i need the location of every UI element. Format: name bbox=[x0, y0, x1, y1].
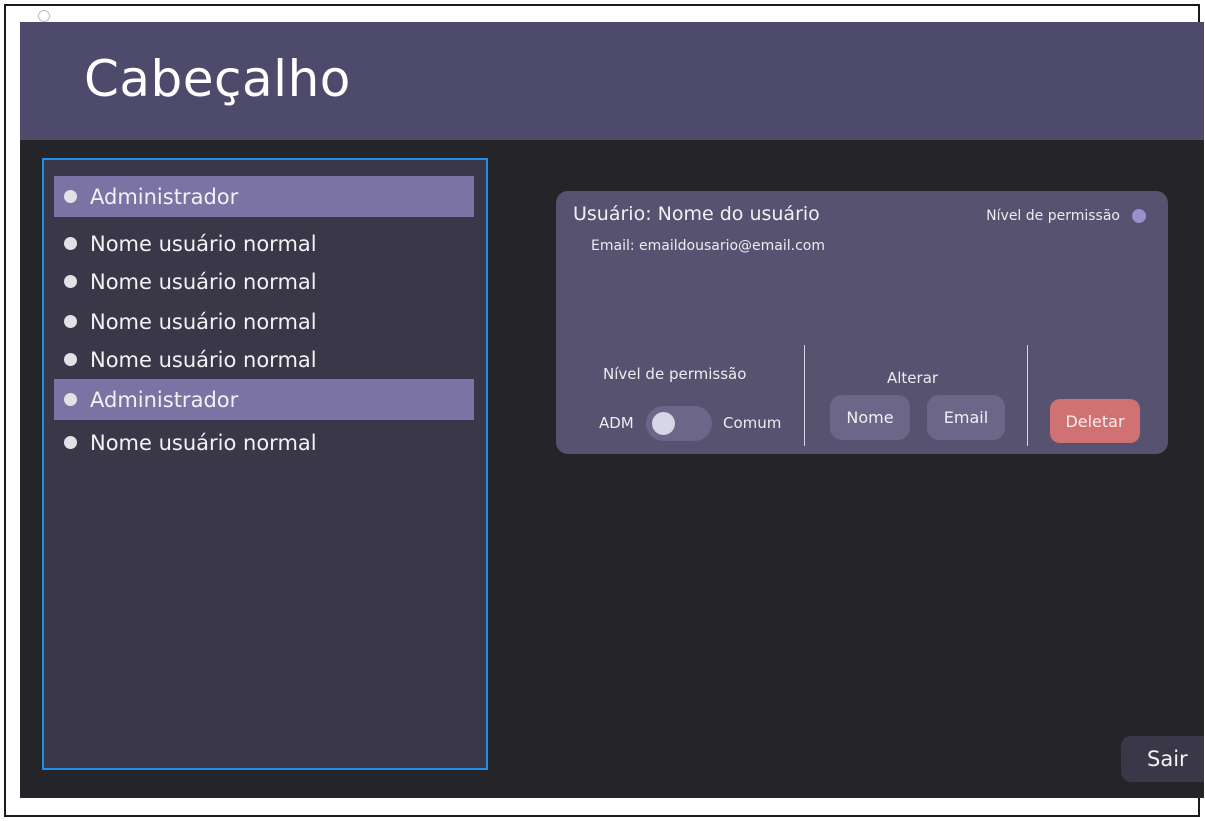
section-divider bbox=[804, 345, 805, 446]
page-title: Cabeçalho bbox=[84, 50, 351, 108]
bullet-icon bbox=[64, 190, 77, 203]
list-item[interactable]: Nome usuário normal bbox=[54, 339, 474, 380]
list-item[interactable]: Administrador bbox=[54, 176, 474, 217]
permission-indicator: Nível de permissão bbox=[986, 208, 1146, 224]
toggle-comum-label: Comum bbox=[723, 414, 782, 432]
user-name-title: Usuário: Nome do usuário bbox=[573, 203, 820, 225]
user-list-panel[interactable]: Administrador Nome usuário normal Nome u… bbox=[42, 158, 488, 770]
bullet-icon bbox=[64, 393, 77, 406]
app-window: Cabeçalho Administrador Nome usuário nor… bbox=[20, 22, 1204, 798]
list-item[interactable]: Nome usuário normal bbox=[54, 422, 474, 463]
window-corner-icon bbox=[38, 10, 50, 22]
list-item-label: Administrador bbox=[90, 387, 239, 412]
list-item[interactable]: Nome usuário normal bbox=[54, 301, 474, 342]
change-section-label: Alterar bbox=[887, 369, 939, 387]
bullet-icon bbox=[64, 237, 77, 250]
list-item-label: Nome usuário normal bbox=[90, 309, 317, 334]
delete-button[interactable]: Deletar bbox=[1050, 399, 1140, 443]
user-email: Email: emaildousario@email.com bbox=[591, 238, 825, 254]
header: Cabeçalho bbox=[20, 22, 1204, 140]
change-email-button[interactable]: Email bbox=[927, 395, 1005, 440]
list-item-label: Nome usuário normal bbox=[90, 269, 317, 294]
permission-section-label: Nível de permissão bbox=[603, 365, 747, 383]
list-item-label: Nome usuário normal bbox=[90, 430, 317, 455]
list-item[interactable]: Nome usuário normal bbox=[54, 223, 474, 264]
list-item-label: Administrador bbox=[90, 184, 239, 209]
toggle-adm-label: ADM bbox=[599, 414, 634, 432]
user-detail-card: Usuário: Nome do usuário Email: emaildou… bbox=[556, 191, 1168, 454]
change-name-button[interactable]: Nome bbox=[830, 395, 910, 440]
bullet-icon bbox=[64, 436, 77, 449]
list-item[interactable]: Administrador bbox=[54, 379, 474, 420]
exit-button[interactable]: Sair bbox=[1121, 736, 1204, 782]
list-item-label: Nome usuário normal bbox=[90, 347, 317, 372]
permission-toggle[interactable] bbox=[646, 406, 712, 441]
section-divider bbox=[1027, 345, 1028, 446]
list-item-label: Nome usuário normal bbox=[90, 231, 317, 256]
bullet-icon bbox=[64, 275, 77, 288]
bullet-icon bbox=[64, 315, 77, 328]
bullet-icon bbox=[64, 353, 77, 366]
permission-dot-icon bbox=[1132, 209, 1146, 223]
permission-indicator-label: Nível de permissão bbox=[986, 208, 1120, 224]
list-item[interactable]: Nome usuário normal bbox=[54, 261, 474, 302]
toggle-knob bbox=[652, 412, 675, 435]
